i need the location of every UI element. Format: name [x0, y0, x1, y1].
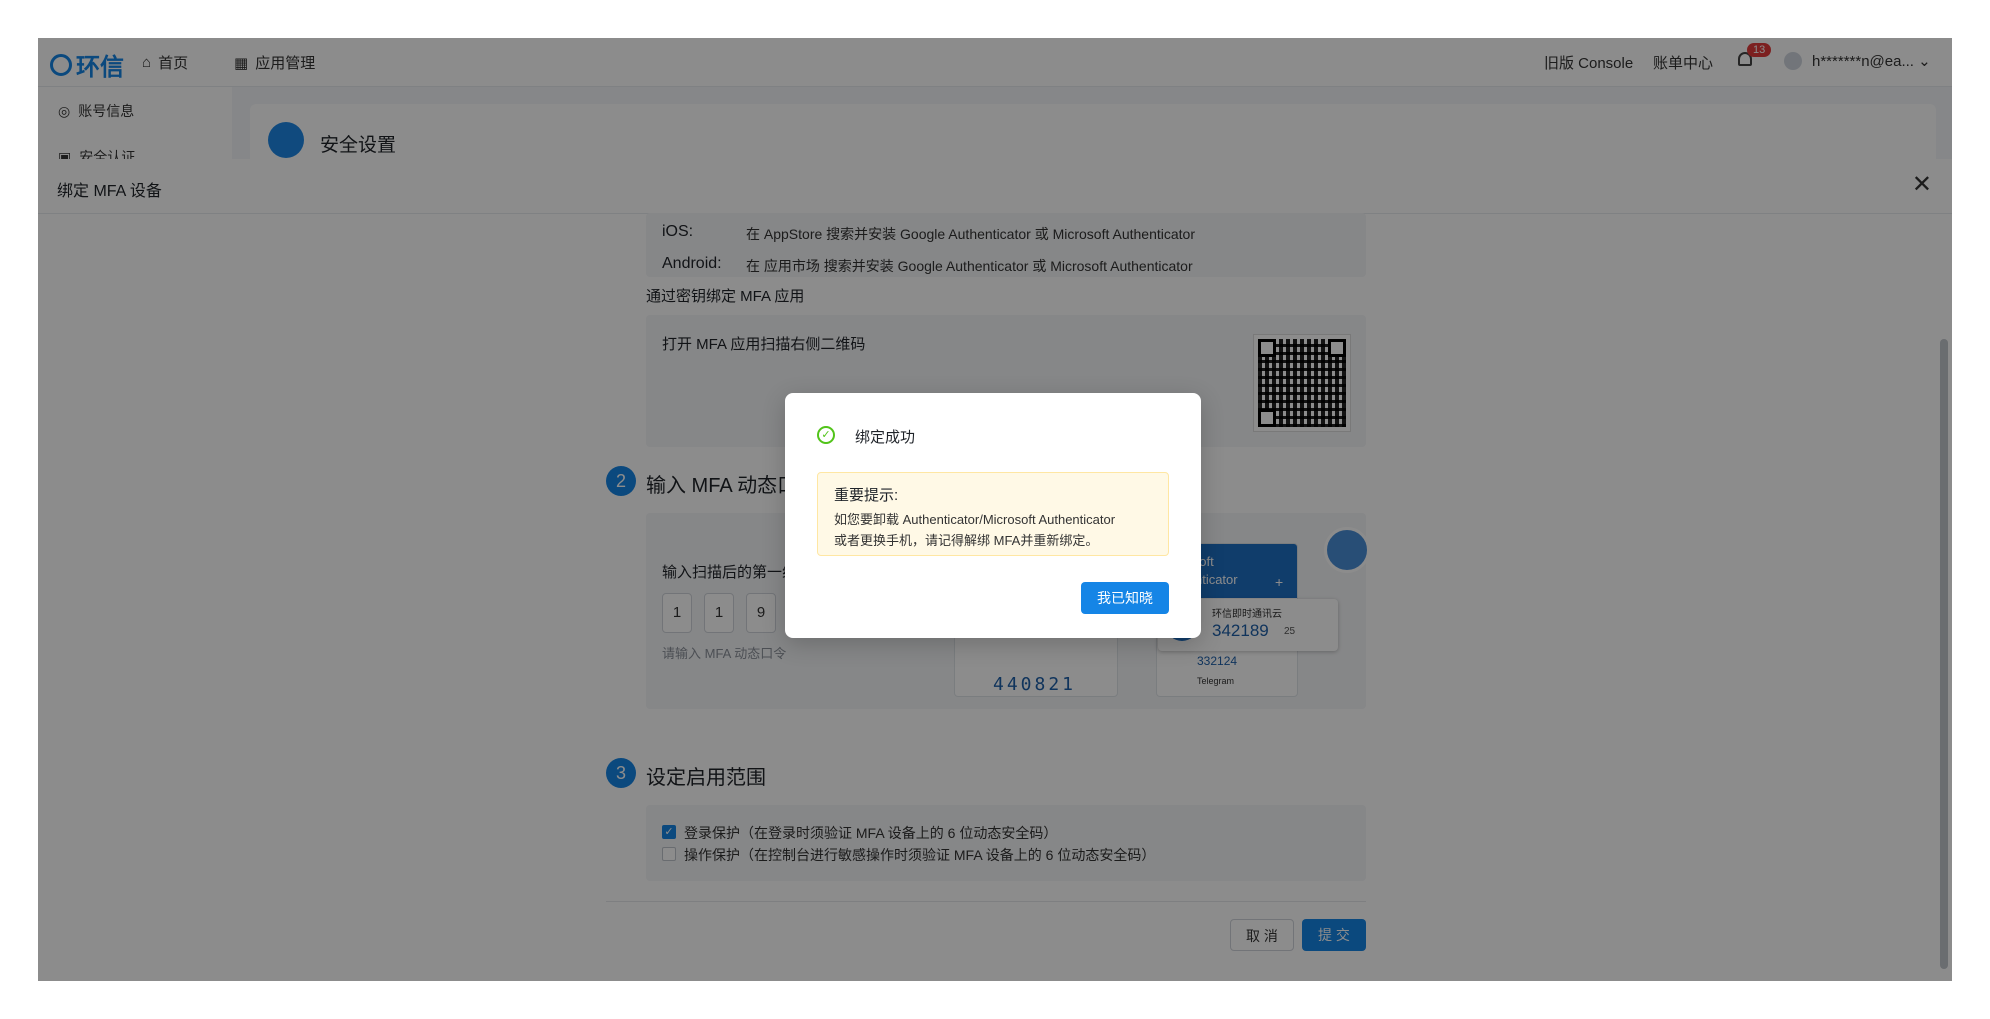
important-notice: 重要提示: 如您要卸载 Authenticator/Microsoft Auth… [817, 472, 1169, 556]
notice-title: 重要提示: [834, 487, 899, 504]
notice-line-2: 或者更换手机，请记得解绑 MFA并重新绑定。 [834, 533, 1099, 548]
check-circle-icon: ✓ [817, 426, 835, 444]
success-modal: ✓ 绑定成功 重要提示: 如您要卸载 Authenticator/Microso… [785, 393, 1201, 638]
acknowledge-button[interactable]: 我已知晓 [1081, 582, 1169, 614]
modal-title: 绑定成功 [855, 429, 916, 446]
notice-line-1: 如您要卸载 Authenticator/Microsoft Authentica… [834, 512, 1116, 527]
